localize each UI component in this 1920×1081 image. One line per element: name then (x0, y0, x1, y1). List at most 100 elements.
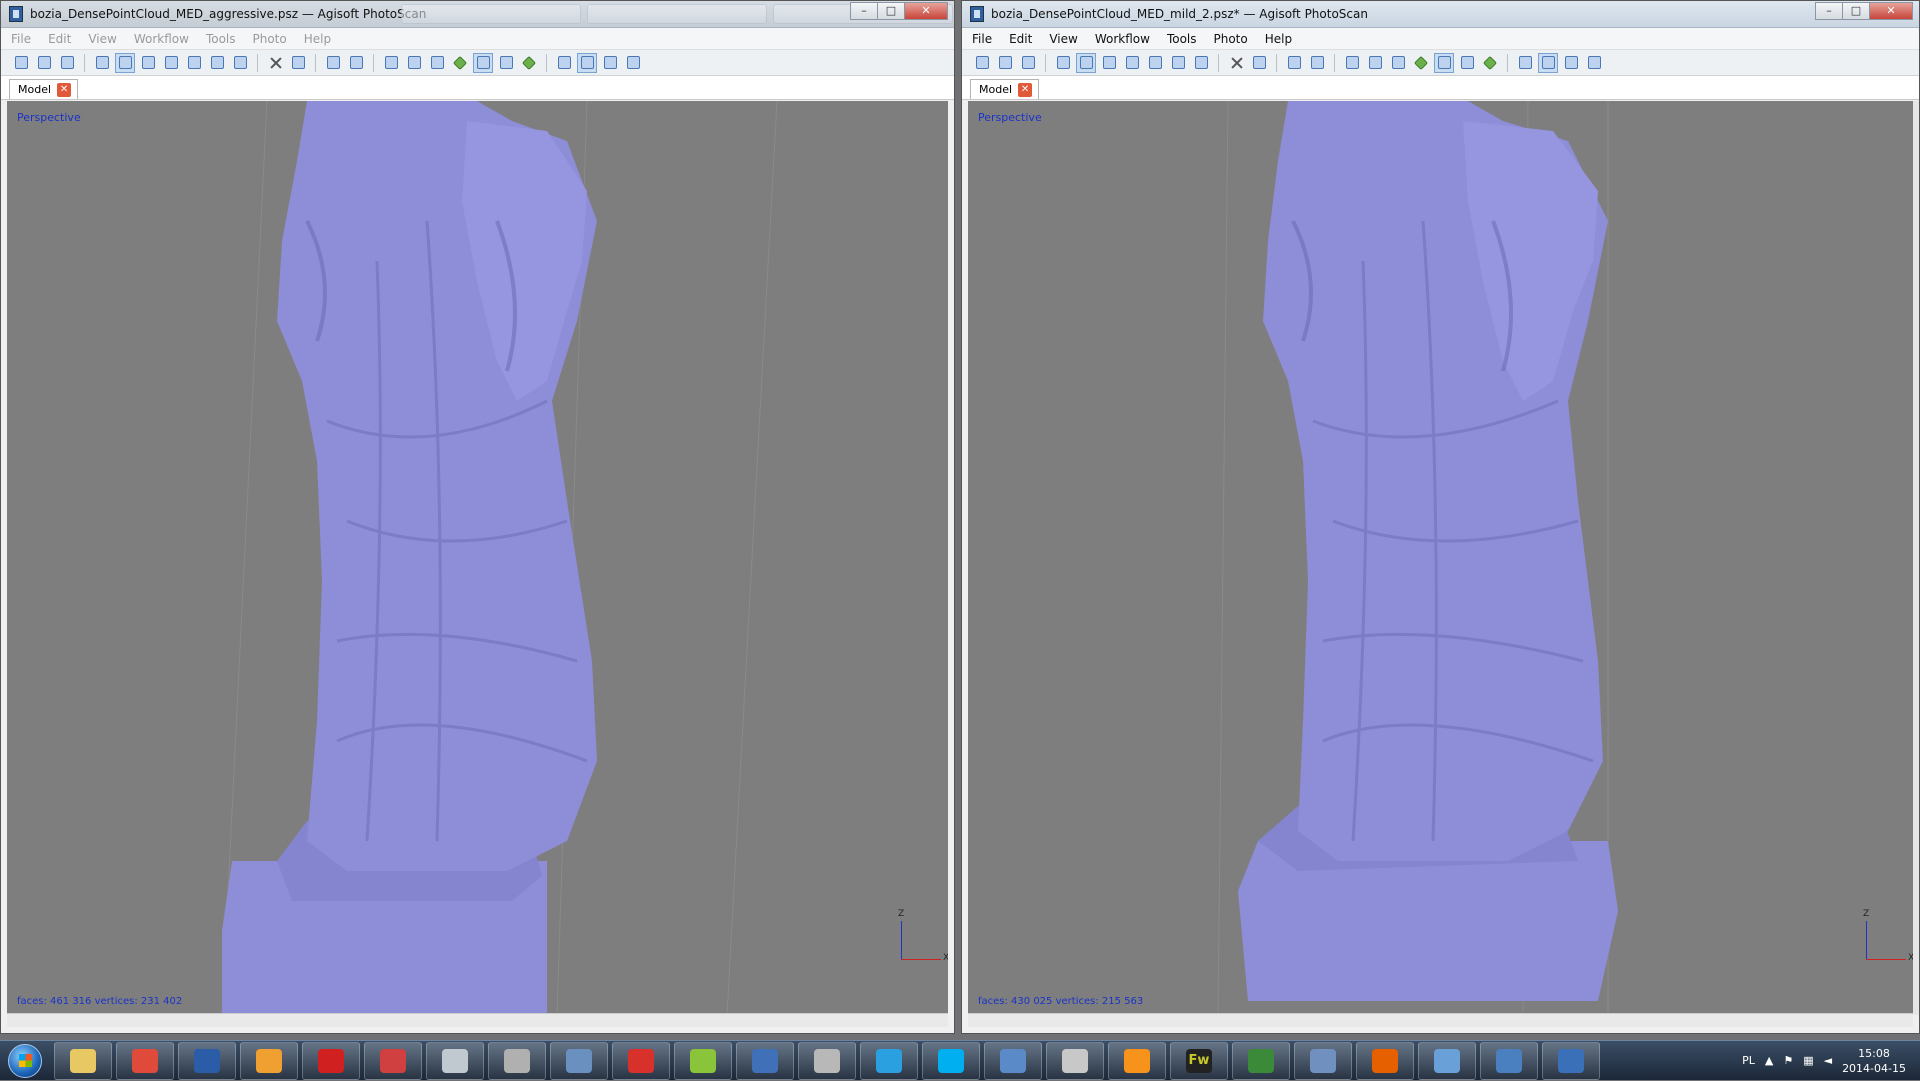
close-button[interactable]: ✕ (1869, 2, 1913, 20)
flag-icon[interactable]: ⚑ (1783, 1054, 1793, 1067)
clock[interactable]: 15:08 2014-04-15 (1842, 1046, 1906, 1076)
solid-model-icon[interactable] (473, 52, 493, 73)
open-icon[interactable] (34, 53, 54, 73)
show-hidden-icons-icon[interactable]: ▲ (1765, 1054, 1773, 1067)
maximize-button[interactable]: □ (1842, 2, 1870, 20)
horizontal-scrollbar[interactable] (7, 1013, 948, 1027)
close-tab-icon[interactable]: ✕ (57, 82, 72, 97)
show-cameras-icon[interactable] (1342, 53, 1362, 73)
taskbar-bitcoin-app[interactable] (1108, 1041, 1166, 1080)
taskbar-photoscan-a[interactable] (1480, 1041, 1538, 1080)
taskbar-snipping-app[interactable] (488, 1041, 546, 1080)
save-icon[interactable] (1018, 53, 1038, 73)
taskbar-explorer[interactable] (54, 1041, 112, 1080)
menu-workflow[interactable]: Workflow (1095, 32, 1150, 46)
show-region-icon[interactable] (577, 52, 597, 73)
menu-view[interactable]: View (1049, 32, 1077, 46)
left-title-bar[interactable]: bozia_DensePointCloud_MED_aggressive.psz… (1, 1, 954, 28)
right-title-bar[interactable]: bozia_DensePointCloud_MED_mild_2.psz* — … (962, 1, 1919, 28)
point-cloud-icon[interactable] (404, 53, 424, 73)
rect-select-icon[interactable] (1076, 52, 1096, 73)
resize-region-icon[interactable] (1168, 53, 1188, 73)
reset-view-icon[interactable] (623, 53, 643, 73)
taskbar-box-app[interactable] (426, 1041, 484, 1080)
wireframe-model-icon[interactable] (1457, 53, 1477, 73)
free-select-icon[interactable] (161, 53, 181, 73)
textured-model-icon[interactable] (1480, 53, 1500, 73)
taskbar-save-app[interactable] (178, 1041, 236, 1080)
menu-help[interactable]: Help (304, 32, 331, 46)
wireframe-model-icon[interactable] (496, 53, 516, 73)
textured-model-icon[interactable] (519, 53, 539, 73)
show-cameras-icon[interactable] (381, 53, 401, 73)
taskbar-scanner-app[interactable] (1046, 1041, 1104, 1080)
taskbar-firefox-app[interactable] (1356, 1041, 1414, 1080)
show-grid-icon[interactable] (600, 53, 620, 73)
move-region-icon[interactable] (1145, 53, 1165, 73)
minimize-button[interactable]: – (850, 2, 878, 20)
menu-workflow[interactable]: Workflow (134, 32, 189, 46)
taskbar-photoscan-b[interactable] (1542, 1041, 1600, 1080)
open-icon[interactable] (995, 53, 1015, 73)
crop-selection-icon[interactable] (288, 53, 308, 73)
undo-icon[interactable] (323, 53, 343, 73)
start-button[interactable] (0, 1041, 50, 1081)
horizontal-scrollbar[interactable] (968, 1013, 1913, 1027)
taskbar-calculator-app[interactable] (550, 1041, 608, 1080)
taskbar-skype-app[interactable] (922, 1041, 980, 1080)
rotate-region-icon[interactable] (1191, 53, 1211, 73)
taskbar-window-app[interactable] (984, 1041, 1042, 1080)
redo-icon[interactable] (346, 53, 366, 73)
crop-selection-icon[interactable] (1249, 53, 1269, 73)
menu-photo[interactable]: Photo (253, 32, 287, 46)
rect-select-icon[interactable] (115, 52, 135, 73)
solid-model-icon[interactable] (1434, 52, 1454, 73)
circle-select-icon[interactable] (1099, 53, 1119, 73)
delete-selection-icon[interactable] (1226, 53, 1246, 73)
navigate-icon[interactable] (1053, 53, 1073, 73)
rotate-region-icon[interactable] (230, 53, 250, 73)
move-region-icon[interactable] (184, 53, 204, 73)
left-3d-viewport[interactable]: Perspective Z X faces: 461 316 vertices:… (7, 101, 948, 1015)
model-tab[interactable]: Model ✕ (970, 79, 1040, 99)
shaded-model-icon[interactable] (1411, 53, 1431, 73)
close-button[interactable]: ✕ (904, 2, 948, 20)
menu-tools[interactable]: Tools (1167, 32, 1197, 46)
circle-select-icon[interactable] (138, 53, 158, 73)
minimize-button[interactable]: – (1815, 2, 1843, 20)
network-icon[interactable]: ▦ (1803, 1054, 1813, 1067)
dense-cloud-icon[interactable] (1388, 53, 1408, 73)
language-indicator[interactable]: PL (1742, 1054, 1755, 1067)
redo-icon[interactable] (1307, 53, 1327, 73)
free-select-icon[interactable] (1122, 53, 1142, 73)
taskbar-terminal-app[interactable] (1232, 1041, 1290, 1080)
taskbar-android-app[interactable] (674, 1041, 732, 1080)
taskbar-disk-app[interactable] (798, 1041, 856, 1080)
menu-edit[interactable]: Edit (1009, 32, 1032, 46)
menu-file[interactable]: File (972, 32, 992, 46)
taskbar-tool-app[interactable] (240, 1041, 298, 1080)
resize-region-icon[interactable] (207, 53, 227, 73)
menu-edit[interactable]: Edit (48, 32, 71, 46)
taskbar-mail-app[interactable] (364, 1041, 422, 1080)
dense-cloud-icon[interactable] (427, 53, 447, 73)
taskbar-sketchup-app[interactable] (612, 1041, 670, 1080)
taskbar-remote-app[interactable] (736, 1041, 794, 1080)
save-icon[interactable] (57, 53, 77, 73)
show-cameras-toggle-icon[interactable] (554, 53, 574, 73)
taskbar-network-app[interactable] (1418, 1041, 1476, 1080)
point-cloud-icon[interactable] (1365, 53, 1385, 73)
menu-photo[interactable]: Photo (1214, 32, 1248, 46)
maximize-button[interactable]: □ (877, 2, 905, 20)
reset-view-icon[interactable] (1584, 53, 1604, 73)
menu-file[interactable]: File (11, 32, 31, 46)
menu-help[interactable]: Help (1265, 32, 1292, 46)
menu-view[interactable]: View (88, 32, 116, 46)
navigate-icon[interactable] (92, 53, 112, 73)
undo-icon[interactable] (1284, 53, 1304, 73)
model-tab[interactable]: Model ✕ (9, 79, 79, 99)
shaded-model-icon[interactable] (450, 53, 470, 73)
volume-icon[interactable]: ◄ (1824, 1054, 1832, 1067)
menu-tools[interactable]: Tools (206, 32, 236, 46)
delete-selection-icon[interactable] (265, 53, 285, 73)
